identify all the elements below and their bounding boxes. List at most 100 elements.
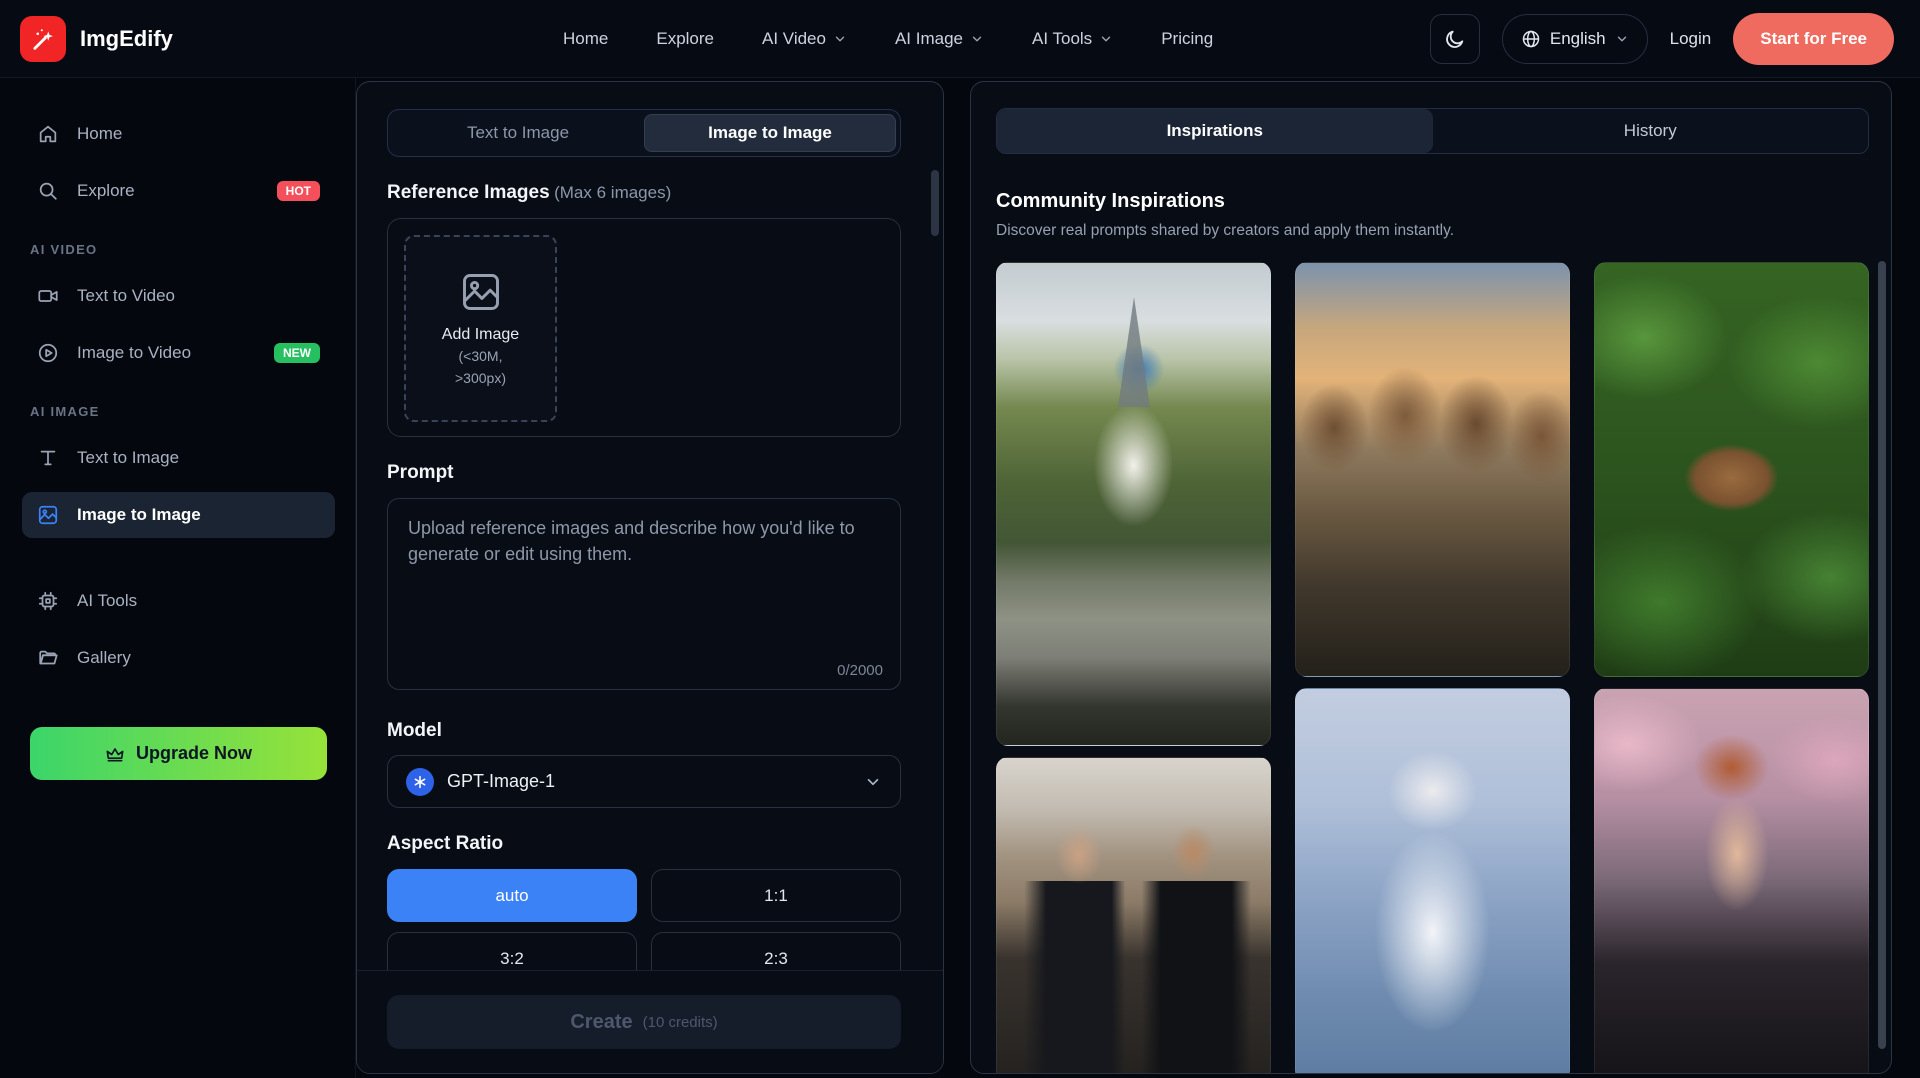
tab-text-to-image[interactable]: Text to Image [392, 114, 644, 152]
top-navigation: Home Explore AI Video AI Image AI Tools … [563, 0, 1213, 78]
aspect-ratio-label: Aspect Ratio [387, 833, 901, 855]
aspect-option-3-2[interactable]: 3:2 [387, 932, 637, 970]
image-icon [37, 504, 59, 526]
model-section: Model GPT-Image-1 [387, 720, 901, 808]
video-camera-icon [37, 285, 59, 307]
text-icon [37, 447, 59, 469]
sidebar-item-gallery[interactable]: Gallery [22, 635, 335, 681]
aspect-option-1-1[interactable]: 1:1 [651, 869, 901, 922]
sidebar: Home Explore HOT AI VIDEO Text to Video … [0, 78, 356, 1078]
login-link[interactable]: Login [1670, 29, 1712, 49]
sidebar-text-to-video-label: Text to Video [77, 286, 175, 306]
inspiration-card[interactable] [996, 757, 1271, 1074]
prompt-section: Prompt 0/2000 [387, 462, 901, 695]
create-button-credits: (10 credits) [643, 1014, 718, 1031]
nav-explore-label: Explore [656, 29, 714, 49]
topbar-actions: English Login Start for Free [1430, 13, 1894, 65]
inspiration-column [1295, 262, 1570, 1074]
sidebar-ai-tools-label: AI Tools [77, 591, 137, 611]
nav-ai-tools-label: AI Tools [1032, 29, 1092, 49]
nav-explore[interactable]: Explore [656, 29, 714, 49]
sidebar-item-ai-tools[interactable]: AI Tools [22, 578, 335, 624]
reference-images-label: Reference Images [387, 182, 550, 203]
chevron-down-icon [1615, 32, 1629, 46]
folder-icon [37, 647, 59, 669]
image-placeholder-icon [459, 270, 503, 314]
add-image-button[interactable]: Add Image (<30M, >300px) [404, 235, 557, 422]
model-select[interactable]: GPT-Image-1 [387, 755, 901, 808]
inspiration-card[interactable] [1295, 262, 1570, 677]
home-icon [37, 123, 59, 145]
sidebar-item-text-to-video[interactable]: Text to Video [22, 273, 335, 319]
start-for-free-button[interactable]: Start for Free [1733, 13, 1894, 65]
tab-history[interactable]: History [1433, 109, 1869, 153]
add-image-constraint-2: >300px) [455, 369, 506, 388]
inspiration-column [996, 262, 1271, 1074]
upgrade-now-label: Upgrade Now [136, 743, 252, 764]
chip-icon [37, 590, 59, 612]
inspiration-tabs: Inspirations History [996, 108, 1869, 154]
scrollbar-thumb[interactable] [1878, 261, 1886, 1049]
nav-ai-video-label: AI Video [762, 29, 826, 49]
brand[interactable]: ImgEdify [20, 16, 173, 62]
inspiration-card[interactable] [996, 262, 1271, 746]
sidebar-section-ai-image: AI IMAGE [30, 404, 335, 419]
sidebar-item-image-to-image[interactable]: Image to Image [22, 492, 335, 538]
generator-mode-tabs: Text to Image Image to Image [387, 109, 901, 157]
inspiration-card[interactable] [1594, 262, 1869, 677]
tab-inspirations[interactable]: Inspirations [997, 109, 1433, 153]
nav-ai-tools[interactable]: AI Tools [1032, 29, 1113, 49]
model-label: Model [387, 720, 901, 742]
brand-name: ImgEdify [80, 26, 173, 52]
nav-home[interactable]: Home [563, 29, 608, 49]
upgrade-now-button[interactable]: Upgrade Now [30, 727, 327, 780]
crown-icon [105, 744, 125, 764]
sidebar-text-to-image-label: Text to Image [77, 448, 179, 468]
generator-panel: Text to Image Image to Image Reference I… [356, 81, 944, 1074]
play-circle-icon [37, 342, 59, 364]
search-icon [37, 180, 59, 202]
prompt-label: Prompt [387, 462, 901, 484]
app-logo-icon [20, 16, 66, 62]
sidebar-gallery-label: Gallery [77, 648, 131, 668]
scrollbar-thumb[interactable] [931, 170, 939, 236]
model-selected-value: GPT-Image-1 [447, 771, 555, 792]
chevron-down-icon [970, 32, 984, 46]
nav-ai-image-label: AI Image [895, 29, 963, 49]
nav-pricing[interactable]: Pricing [1161, 29, 1213, 49]
reference-images-dropzone: Add Image (<30M, >300px) [387, 218, 901, 437]
new-badge: NEW [274, 343, 320, 363]
sidebar-item-explore[interactable]: Explore HOT [22, 168, 335, 214]
sidebar-image-to-video-label: Image to Video [77, 343, 191, 363]
theme-toggle-button[interactable] [1430, 14, 1480, 64]
sidebar-item-image-to-video[interactable]: Image to Video NEW [22, 330, 335, 376]
character-counter: 0/2000 [837, 662, 883, 679]
sidebar-item-text-to-image[interactable]: Text to Image [22, 435, 335, 481]
community-inspirations-subtitle: Discover real prompts shared by creators… [996, 222, 1869, 240]
reference-images-hint: (Max 6 images) [554, 183, 671, 202]
add-image-constraint-1: (<30M, [459, 347, 503, 366]
sidebar-item-home[interactable]: Home [22, 111, 335, 157]
community-inspirations-title: Community Inspirations [996, 190, 1869, 213]
nav-ai-image[interactable]: AI Image [895, 29, 984, 49]
prompt-field-wrap: 0/2000 [387, 498, 901, 695]
content-area: Text to Image Image to Image Reference I… [356, 78, 1920, 1078]
nav-ai-video[interactable]: AI Video [762, 29, 847, 49]
language-selector[interactable]: English [1502, 14, 1648, 64]
main-layout: Home Explore HOT AI VIDEO Text to Video … [0, 78, 1920, 1078]
nav-home-label: Home [563, 29, 608, 49]
inspiration-card[interactable] [1295, 688, 1570, 1074]
inspiration-card[interactable] [1594, 688, 1869, 1074]
tab-image-to-image[interactable]: Image to Image [644, 114, 896, 152]
aspect-option-2-3[interactable]: 2:3 [651, 932, 901, 970]
aspect-option-auto[interactable]: auto [387, 869, 637, 922]
moon-icon [1444, 28, 1466, 50]
inspiration-panel: Inspirations History Community Inspirati… [970, 81, 1892, 1074]
create-button[interactable]: Create (10 credits) [387, 995, 901, 1049]
sidebar-home-label: Home [77, 124, 122, 144]
generator-footer: Create (10 credits) [357, 970, 943, 1073]
prompt-input[interactable] [387, 498, 901, 690]
sidebar-image-to-image-label: Image to Image [77, 505, 201, 525]
reference-images-section: Reference Images (Max 6 images) Add Imag… [387, 182, 901, 437]
language-label: English [1550, 29, 1606, 49]
